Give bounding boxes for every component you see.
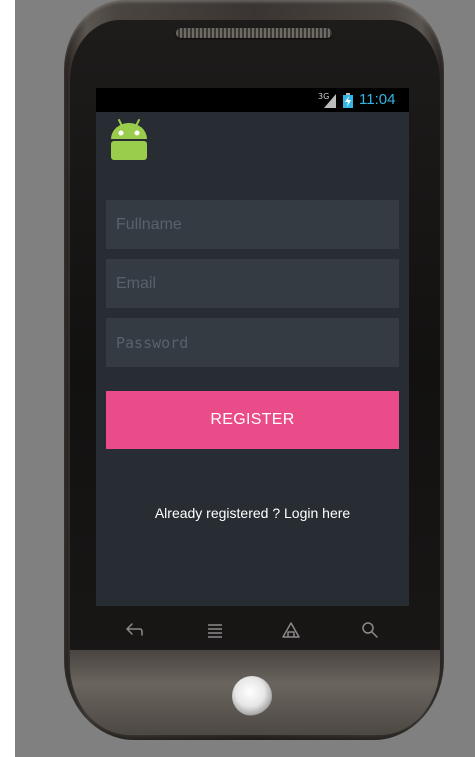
register-button[interactable]: REGISTER [106, 391, 399, 449]
trackball[interactable] [232, 676, 272, 716]
login-link[interactable]: Already registered ? Login here [96, 505, 409, 521]
status-bar: 3G 11:04 [96, 88, 409, 112]
navigation-bar [96, 606, 409, 654]
battery-charging-icon [343, 93, 353, 108]
fullname-field[interactable] [106, 200, 399, 249]
email-input[interactable] [106, 259, 399, 308]
email-field[interactable] [106, 259, 399, 308]
search-icon[interactable] [359, 620, 381, 640]
speaker-grille [176, 28, 332, 38]
password-input[interactable] [106, 318, 399, 367]
android-icon [111, 119, 147, 160]
back-icon[interactable] [123, 620, 145, 640]
device-screen: 3G 11:04 REGISTER Already registered ? L… [96, 88, 409, 606]
menu-icon[interactable] [204, 620, 226, 640]
fullname-input[interactable] [106, 200, 399, 249]
password-field[interactable] [106, 318, 399, 367]
home-icon[interactable] [280, 620, 302, 640]
signal-bars-icon [324, 94, 336, 108]
status-clock: 11:04 [359, 91, 396, 108]
